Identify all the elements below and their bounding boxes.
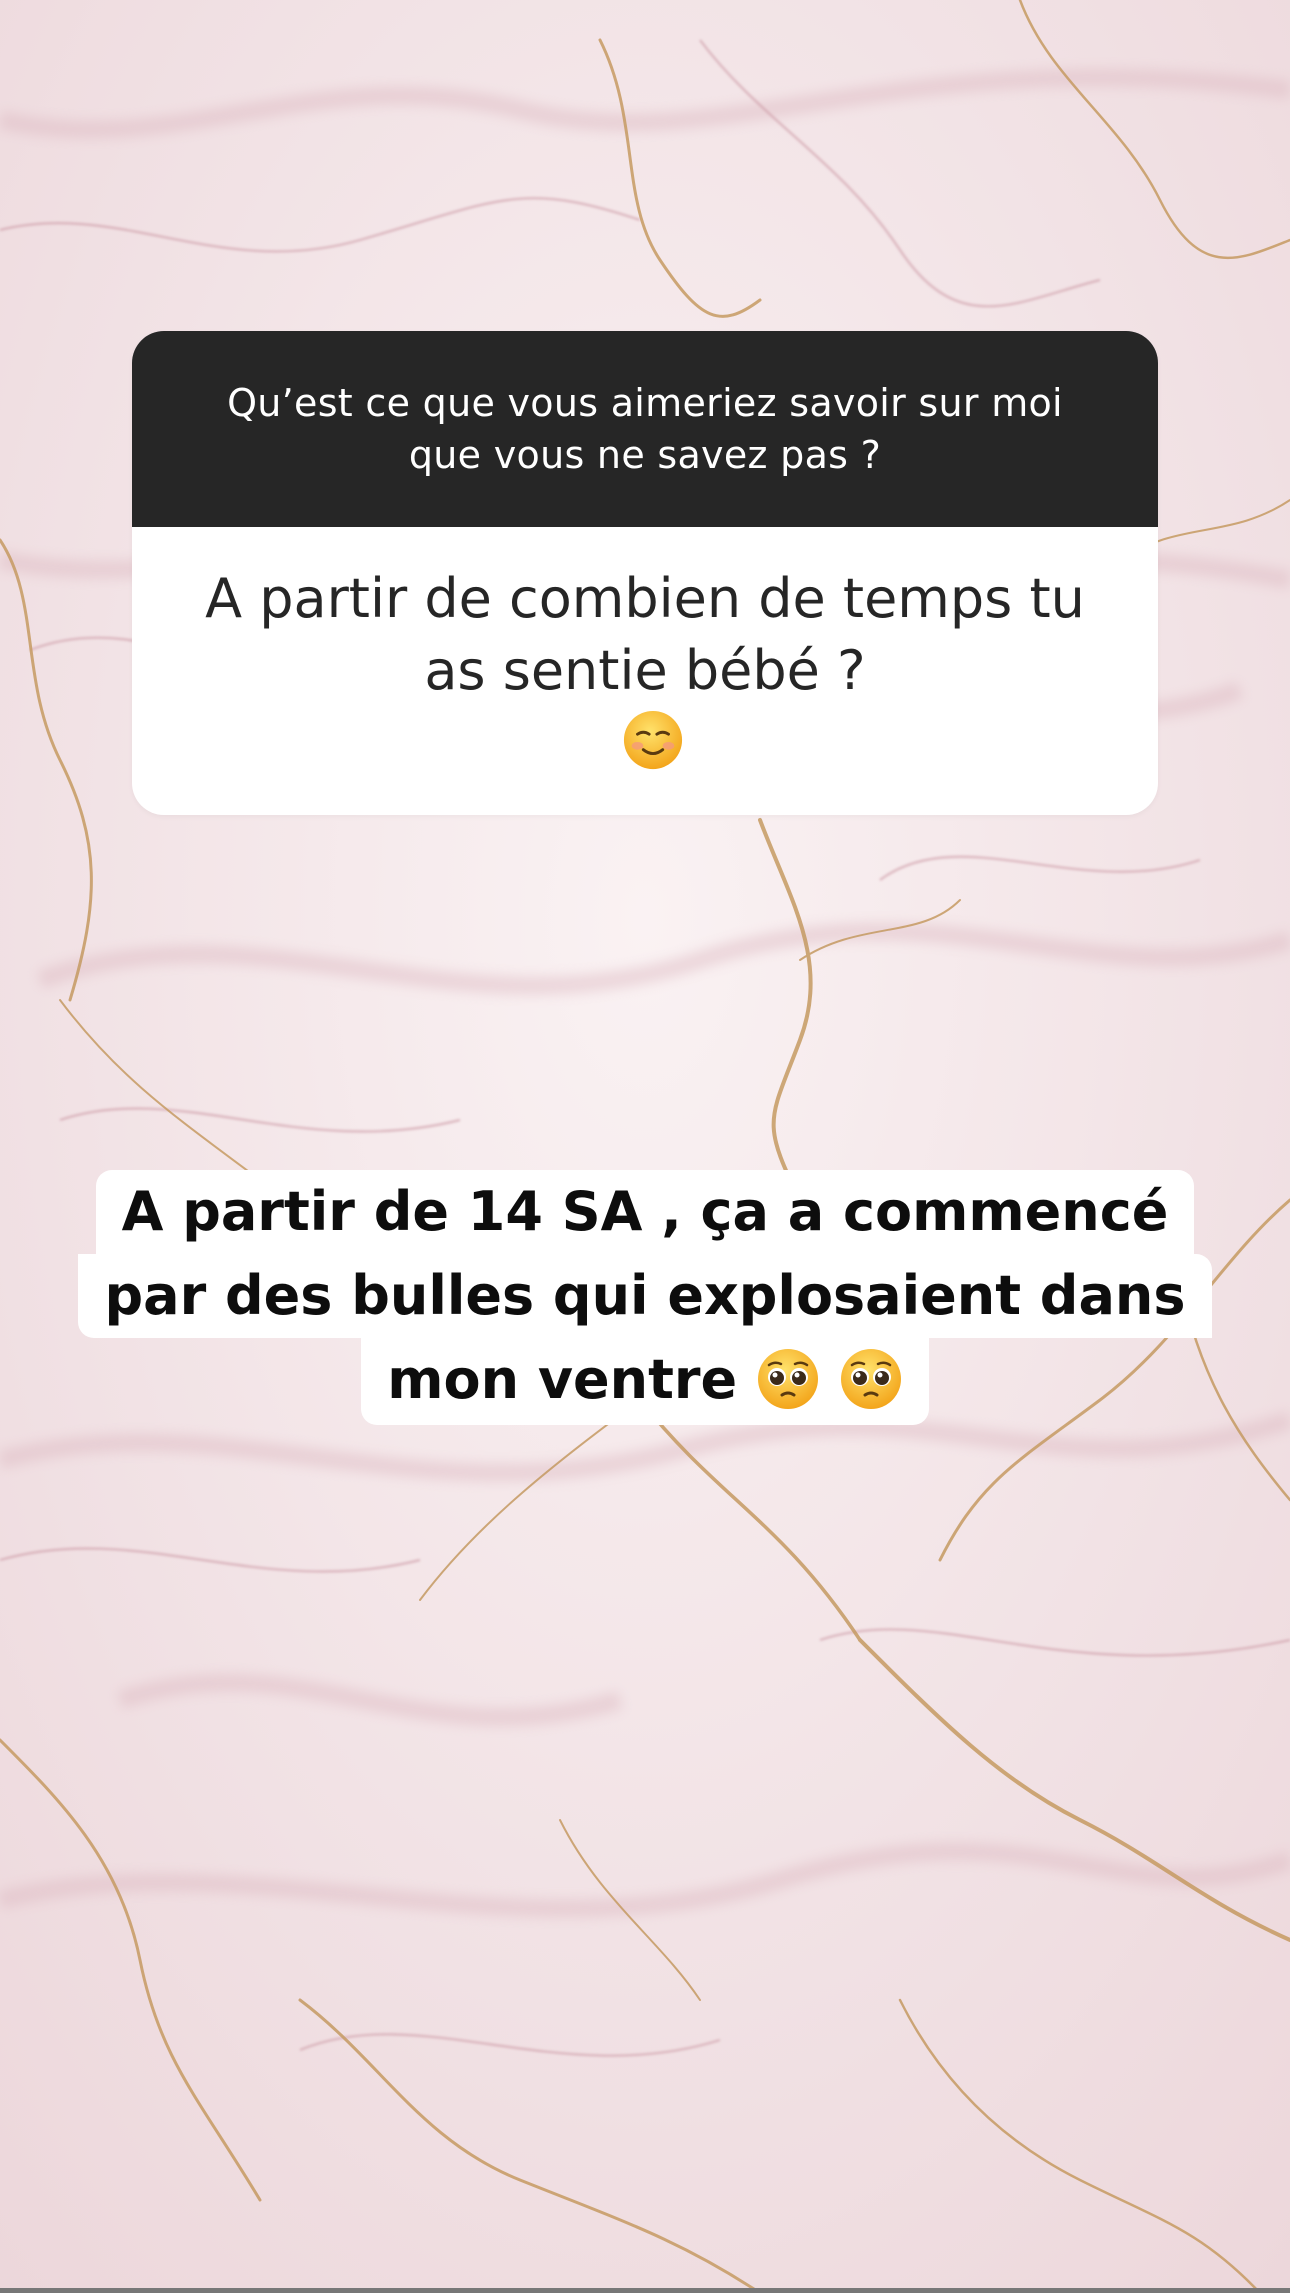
pleading-face-icon <box>839 1341 903 1425</box>
smiling-face-icon <box>205 707 1085 779</box>
answer-line-2: par des bulles qui explosaient dans <box>78 1254 1212 1338</box>
question-sticker-body: A partir de combien de temps tu as senti… <box>132 527 1158 815</box>
question-prompt: Qu’est ce que vous aimeriez savoir sur m… <box>227 381 1063 477</box>
pleading-face-icon <box>756 1341 820 1425</box>
question-sticker: Qu’est ce que vous aimeriez savoir sur m… <box>132 331 1158 815</box>
story-canvas: Qu’est ce que vous aimeriez savoir sur m… <box>0 0 1290 2293</box>
answer-line-1: A partir de 14 SA , ça a commencé <box>95 1170 1195 1254</box>
question-response-text: A partir de combien de temps tu as senti… <box>205 567 1085 702</box>
bottom-edge-line <box>0 2288 1290 2293</box>
answer-text-block: A partir de 14 SA , ça a commencé par de… <box>0 1170 1290 1426</box>
answer-line-3-wrapper: mon ventre <box>361 1338 929 1426</box>
answer-row-1: A partir de 14 SA , ça a commencé <box>0 1170 1290 1254</box>
question-response: A partir de combien de temps tu as senti… <box>205 563 1085 779</box>
answer-row-2: par des bulles qui explosaient dans <box>0 1254 1290 1338</box>
answer-row-3: mon ventre <box>0 1338 1290 1426</box>
answer-line-3: mon ventre <box>387 1348 738 1411</box>
question-sticker-header: Qu’est ce que vous aimeriez savoir sur m… <box>132 331 1158 527</box>
